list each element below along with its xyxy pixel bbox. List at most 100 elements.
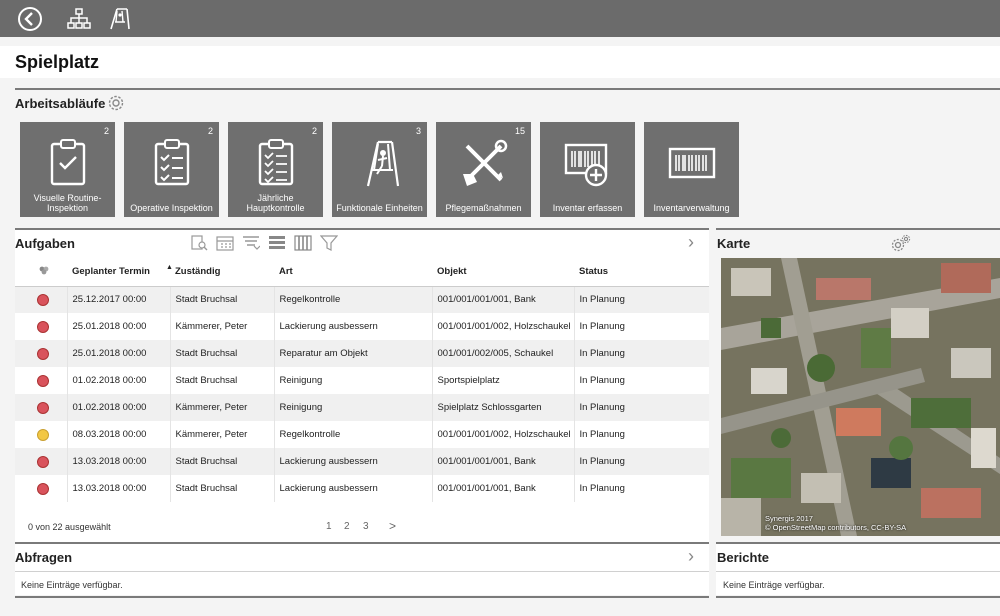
owner-cell: Stadt Bruchsal — [169, 340, 274, 367]
divider — [15, 571, 709, 572]
page-1-link[interactable]: 1 — [326, 521, 332, 532]
tile-pflegemassnahmen[interactable]: 15 Pflegemaßnahmen — [436, 122, 531, 217]
chevron-right-icon[interactable]: › — [688, 546, 694, 567]
status-cell — [15, 367, 67, 394]
table-row[interactable]: 13.03.2018 00:00 Stadt Bruchsal Lackieru… — [15, 448, 709, 475]
table-row[interactable]: 13.03.2018 00:00 Stadt Bruchsal Lackieru… — [15, 475, 709, 502]
chevron-right-icon[interactable]: › — [688, 232, 694, 253]
type-cell: Regelkontrolle — [273, 286, 432, 313]
tile-inventar-erfassen[interactable]: Inventar erfassen — [540, 122, 635, 217]
tile-visuelle-routine-inspektion[interactable]: 2 Visuelle Routine-Inspektion — [20, 122, 115, 217]
status-text-cell: In Planung — [573, 475, 709, 502]
barcode-add-icon — [540, 134, 635, 192]
section-divider — [716, 542, 1000, 544]
section-divider — [716, 596, 1000, 598]
owner-cell: Kämmerer, Peter — [169, 421, 274, 448]
table-row[interactable]: 25.12.2017 00:00 Stadt Bruchsal Regelkon… — [15, 286, 709, 313]
page-title: Spielplatz — [15, 52, 100, 72]
top-bar — [0, 0, 1000, 37]
page-2-link[interactable]: 2 — [344, 521, 350, 532]
swing-icon[interactable] — [106, 6, 132, 32]
queries-empty-text: Keine Einträge verfügbar. — [21, 580, 123, 590]
status-dot-red — [37, 482, 50, 495]
date-cell: 01.02.2018 00:00 — [66, 394, 170, 421]
reports-empty-text: Keine Einträge verfügbar. — [723, 580, 825, 590]
document-search-icon[interactable] — [190, 235, 208, 251]
column-header-owner[interactable]: Zuständig — [170, 258, 274, 287]
type-cell: Lackierung ausbessern — [273, 475, 432, 502]
tile-label: Jährliche Hauptkontrolle — [246, 193, 305, 213]
tile-label: Inventarverwaltung — [653, 203, 730, 213]
tile-label: Inventar erfassen — [552, 203, 623, 213]
checklist-icon — [228, 134, 323, 192]
object-cell: 001/001/001/002, Holzschaukel — [431, 313, 574, 340]
rows-icon[interactable] — [268, 235, 286, 251]
column-header-type[interactable]: Art — [274, 258, 432, 287]
table-row[interactable]: 01.02.2018 00:00 Stadt Bruchsal Reinigun… — [15, 367, 709, 394]
column-header-status[interactable]: Status — [574, 258, 709, 287]
owner-cell: Stadt Bruchsal — [169, 448, 274, 475]
type-cell: Reparatur am Objekt — [273, 340, 432, 367]
status-dots-icon — [39, 266, 48, 275]
map-settings-icon[interactable] — [891, 234, 911, 252]
tile-inventarverwaltung[interactable]: Inventarverwaltung — [644, 122, 739, 217]
owner-cell: Kämmerer, Peter — [169, 394, 274, 421]
status-dot-red — [37, 374, 50, 387]
divider — [716, 571, 1000, 572]
hierarchy-icon[interactable] — [66, 6, 92, 32]
tile-label: Pflegemaßnahmen — [445, 203, 522, 213]
calendar-icon[interactable] — [216, 235, 234, 251]
type-cell: Reinigung — [273, 394, 432, 421]
table-row[interactable]: 25.01.2018 00:00 Stadt Bruchsal Reparatu… — [15, 340, 709, 367]
status-cell — [15, 340, 67, 367]
table-row[interactable]: 08.03.2018 00:00 Kämmerer, Peter Regelko… — [15, 421, 709, 448]
date-cell: 25.01.2018 00:00 — [66, 313, 170, 340]
page-3-link[interactable]: 3 — [363, 521, 369, 532]
map-credit: Synergis 2017 © OpenStreetMap contributo… — [765, 514, 906, 532]
back-circle-icon[interactable] — [17, 6, 43, 32]
status-dot-yellow — [37, 428, 50, 441]
reports-heading: Berichte — [717, 550, 770, 565]
status-column-header[interactable] — [15, 258, 67, 287]
column-header-date[interactable]: Geplanter Termin ▲ — [67, 258, 173, 287]
owner-cell: Kämmerer, Peter — [169, 313, 274, 340]
section-divider — [716, 228, 1000, 230]
status-cell — [15, 421, 67, 448]
section-divider — [15, 542, 709, 544]
date-cell: 01.02.2018 00:00 — [66, 367, 170, 394]
aerial-map[interactable]: Synergis 2017 © OpenStreetMap contributo… — [721, 258, 1000, 536]
status-dot-red — [37, 320, 50, 333]
tasks-heading: Aufgaben — [15, 236, 75, 251]
owner-cell: Stadt Bruchsal — [169, 367, 274, 394]
filter-list-icon[interactable] — [242, 235, 261, 251]
object-cell: 001/001/002/005, Schaukel — [431, 340, 574, 367]
column-header-object[interactable]: Objekt — [432, 258, 574, 287]
gear-icon[interactable] — [107, 94, 125, 112]
tile-funktionale-einheiten[interactable]: 3 Funktionale Einheiten — [332, 122, 427, 217]
tile-operative-inspektion[interactable]: 2 Operative Inspektion — [124, 122, 219, 217]
owner-cell: Stadt Bruchsal — [169, 286, 274, 313]
next-page-button[interactable]: > — [389, 519, 396, 533]
tile-label: Operative Inspektion — [130, 203, 213, 213]
type-cell: Lackierung ausbessern — [273, 313, 432, 340]
barcode-icon — [644, 134, 739, 192]
table-row[interactable]: 01.02.2018 00:00 Kämmerer, Peter Reinigu… — [15, 394, 709, 421]
section-divider — [15, 88, 1000, 90]
tasks-table: Geplanter Termin ▲ Zuständig Art Objekt S… — [15, 258, 709, 502]
selection-count: 0 — [28, 522, 34, 532]
funnel-icon[interactable] — [319, 235, 339, 251]
tile-jaehrliche-hauptkontrolle[interactable]: 2 Jährliche Hauptkontrolle — [228, 122, 323, 217]
map-credit-line: Synergis 2017 — [765, 514, 813, 523]
status-text-cell: In Planung — [573, 394, 709, 421]
tile-label: Visuelle Routine-Inspektion — [33, 193, 102, 213]
columns-icon[interactable] — [294, 235, 312, 251]
status-text-cell: In Planung — [573, 421, 709, 448]
object-cell: 001/001/001/001, Bank — [431, 286, 574, 313]
table-row[interactable]: 25.01.2018 00:00 Kämmerer, Peter Lackier… — [15, 313, 709, 340]
tools-icon — [436, 134, 531, 192]
title-bar: Spielplatz — [0, 46, 1000, 78]
section-divider — [15, 596, 709, 598]
status-dot-red — [37, 401, 50, 414]
owner-cell: Stadt Bruchsal — [169, 475, 274, 502]
status-cell — [15, 313, 67, 340]
